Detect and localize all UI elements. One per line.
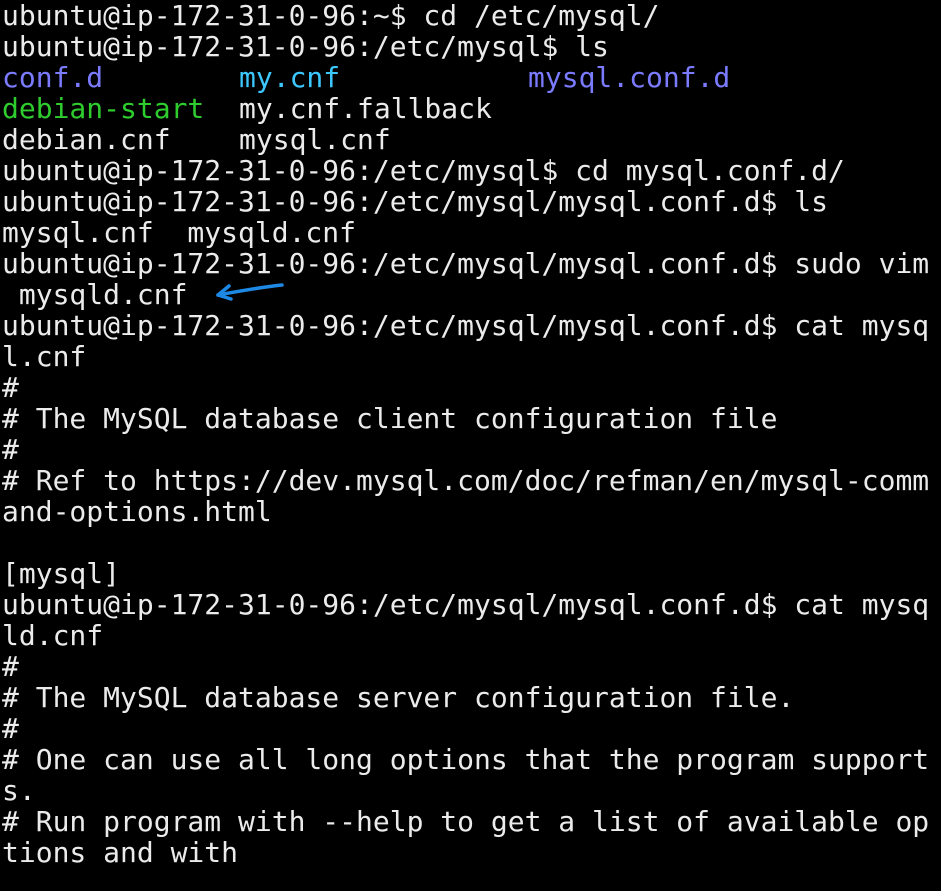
terminal-line: mysqld.cnf [2, 278, 188, 311]
terminal-line: ubuntu@ip-172-31-0-96:/etc/mysql$ cd mys… [2, 154, 845, 187]
ls-output-row: debian.cnf mysql.cnf [2, 124, 391, 155]
terminal-line: # [2, 650, 19, 683]
terminal-line: ld.cnf [2, 619, 104, 652]
directory-entry: mysql.conf.d [528, 61, 731, 94]
annotation-arrow-icon [216, 283, 284, 301]
terminal-line: s. [2, 774, 36, 807]
ls-output-row: conf.d my.cnf mysql.conf.d [2, 62, 730, 93]
terminal-line: ubuntu@ip-172-31-0-96:/etc/mysql/mysql.c… [2, 247, 930, 280]
terminal-line: # The MySQL database client configuratio… [2, 402, 778, 435]
terminal-line: tions and with [2, 836, 239, 869]
directory-entry: conf.d [2, 61, 104, 94]
terminal-line: ubuntu@ip-172-31-0-96:/etc/mysql/mysql.c… [2, 185, 829, 218]
terminal-line: # One can use all long options that the … [2, 743, 930, 776]
terminal-line: ubuntu@ip-172-31-0-96:/etc/mysql/mysql.c… [2, 309, 930, 342]
ls-output-row: debian-start my.cnf.fallback [2, 93, 492, 124]
file-entry: debian.cnf [2, 123, 171, 156]
terminal-line: ubuntu@ip-172-31-0-96:/etc/mysql/mysql.c… [2, 588, 930, 621]
executable-entry: debian-start [2, 92, 205, 125]
terminal-line: l.cnf [2, 340, 87, 373]
terminal-line: # [2, 433, 19, 466]
terminal-line: # [2, 712, 19, 745]
terminal-window[interactable]: ubuntu@ip-172-31-0-96:~$ cd /etc/mysql/ … [0, 0, 941, 891]
terminal-line: ubuntu@ip-172-31-0-96:~$ cd /etc/mysql/ [2, 0, 660, 32]
terminal-line: # Ref to https://dev.mysql.com/doc/refma… [2, 464, 930, 497]
symlink-entry: my.cnf [239, 61, 341, 94]
terminal-line: # Run program with --help to get a list … [2, 805, 930, 838]
terminal-line: # [2, 371, 19, 404]
terminal-line: ubuntu@ip-172-31-0-96:/etc/mysql$ ls [2, 30, 609, 63]
terminal-line: mysql.cnf mysqld.cnf [2, 216, 357, 249]
terminal-line: and-options.html [2, 495, 272, 528]
file-entry: mysql.cnf [239, 123, 391, 156]
terminal-line: # The MySQL database server configuratio… [2, 681, 795, 714]
terminal-line: [mysql] [2, 557, 121, 590]
file-entry: my.cnf.fallback [239, 92, 492, 125]
